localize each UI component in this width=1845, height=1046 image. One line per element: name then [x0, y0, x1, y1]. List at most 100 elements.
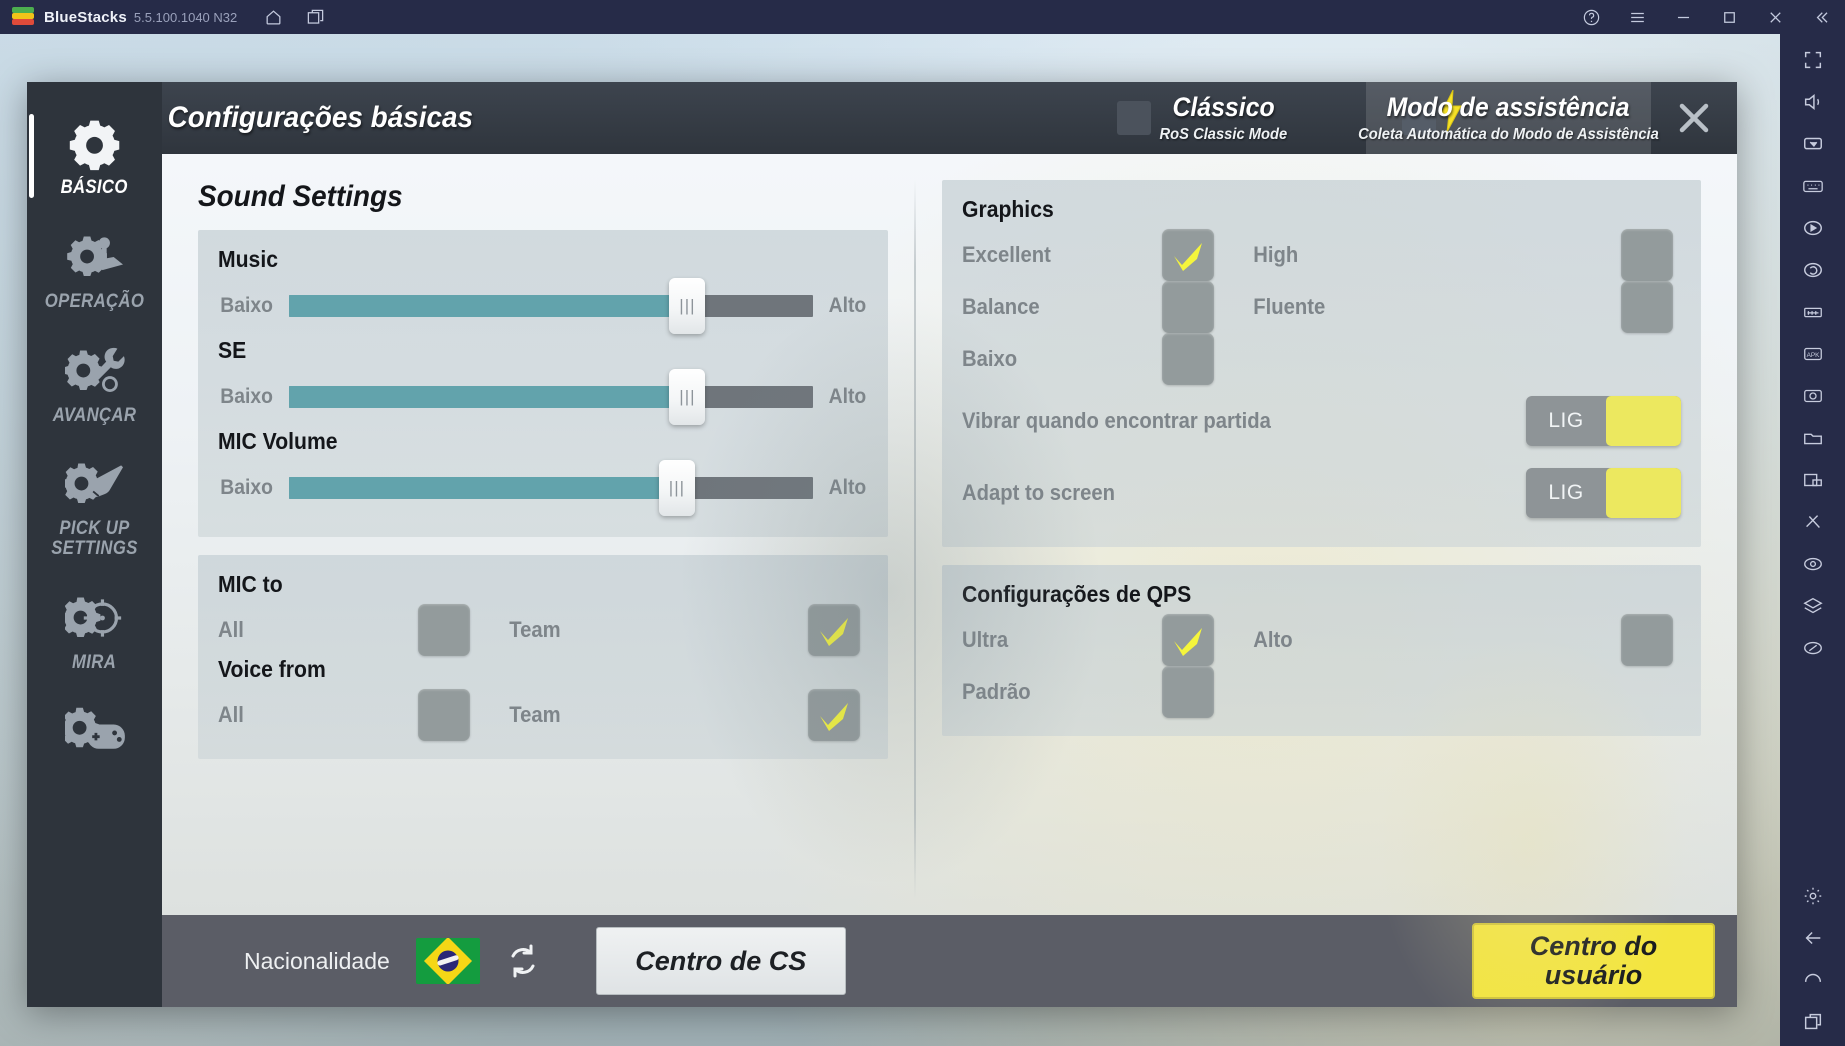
help-icon[interactable]	[1581, 7, 1601, 27]
sidebar-item-label: PICK UP SETTINGS	[51, 518, 138, 559]
adapt-to-screen-toggle[interactable]: LIG	[1526, 468, 1681, 518]
settings-dialog: BÁSICO OPERAÇÃO AVANÇAR PICK UP SETTINGS…	[27, 82, 1737, 1007]
graphics-row-1: Excellent High	[962, 229, 1681, 281]
tab-classico[interactable]: Clássico RoS Classic Mode	[1081, 82, 1366, 154]
voice-from-title: Voice from	[218, 656, 326, 682]
slider-mic-volume[interactable]: |||	[289, 460, 814, 516]
title-bar: BlueStacks 5.5.100.1040 N32	[0, 0, 1845, 34]
tab-title: Modo de assistência	[1387, 92, 1630, 122]
slider-fill	[289, 295, 688, 317]
voice-from-all-checkbox[interactable]	[418, 689, 470, 741]
sidebar-item-mira[interactable]: MIRA	[27, 575, 162, 689]
home-icon[interactable]	[1800, 968, 1826, 992]
close-icon[interactable]	[1765, 7, 1785, 27]
mic-routing-card: MIC to All Team Voice from All Team	[198, 555, 888, 759]
graphics-balance-label: Balance	[962, 294, 1040, 319]
slider-row-mic-volume: Baixo ||| Alto	[218, 460, 868, 516]
record-icon[interactable]	[1800, 216, 1826, 240]
recents-icon[interactable]	[1800, 1010, 1826, 1034]
slider-knob[interactable]: |||	[658, 460, 695, 516]
tab-subtitle: RoS Classic Mode	[1159, 126, 1288, 143]
slider-group-music: Music Baixo ||| Alto	[218, 246, 868, 334]
maximize-icon[interactable]	[1719, 7, 1739, 27]
settings-sidebar: BÁSICO OPERAÇÃO AVANÇAR PICK UP SETTINGS…	[27, 82, 162, 1007]
graphics-baixo-checkbox[interactable]	[1162, 333, 1214, 385]
tab-title: Clássico	[1172, 92, 1275, 122]
rotate-icon[interactable]	[1800, 258, 1826, 282]
macro-icon[interactable]	[1800, 300, 1826, 324]
graphics-excellent-checkbox[interactable]	[1162, 229, 1214, 281]
page-title: Configurações básicas	[167, 101, 474, 134]
voice-from-team-label: Team	[509, 702, 561, 727]
user-button-line1: Centro do	[1529, 931, 1658, 962]
slider-label-mic-volume: MIC Volume	[218, 428, 338, 454]
sidebar-item-pick-up-settings[interactable]: PICK UP SETTINGS	[27, 441, 162, 575]
pointer-icon[interactable]	[1800, 636, 1826, 660]
fullscreen-icon[interactable]	[1800, 48, 1826, 72]
centro-do-usuario-button[interactable]: Centro do usuário	[1472, 923, 1715, 999]
qps-alto-checkbox[interactable]	[1621, 614, 1673, 666]
slider-se[interactable]: |||	[289, 369, 814, 425]
slider-knob[interactable]: |||	[669, 278, 706, 334]
tab-classico-checkbox[interactable]	[1117, 101, 1151, 135]
refresh-icon[interactable]	[502, 940, 544, 982]
gear-icon[interactable]	[1800, 884, 1826, 908]
bluestacks-toolbar: APK	[1780, 34, 1845, 1046]
back-icon[interactable]	[1800, 926, 1826, 950]
hand-gear-icon	[64, 455, 125, 513]
voice-from-all-label: All	[218, 702, 244, 727]
folder-icon[interactable]	[1800, 426, 1826, 450]
home-icon[interactable]	[263, 7, 283, 27]
qps-padrao-checkbox[interactable]	[1162, 666, 1214, 718]
slider-max-label: Alto	[828, 385, 867, 408]
apk-install-icon[interactable]: APK	[1800, 342, 1826, 366]
qps-row-2: Padrão	[962, 666, 1681, 718]
toggle-row-adapt-to-screen: Adapt to screen LIG	[962, 457, 1681, 529]
tab-modo-de-assistencia[interactable]: Modo de assistência Coleta Automática do…	[1358, 82, 1659, 154]
close-dialog-button[interactable]	[1651, 82, 1737, 154]
sidebar-item-label: BÁSICO	[60, 177, 129, 198]
keyboard-icon[interactable]	[1800, 174, 1826, 198]
nationality-label: Nacionalidade	[244, 947, 390, 974]
slider-music[interactable]: |||	[289, 278, 814, 334]
vibrar-toggle[interactable]: LIG	[1526, 396, 1681, 446]
eye-icon[interactable]	[1800, 552, 1826, 576]
vibrar-toggle-knob[interactable]	[1606, 396, 1681, 446]
collapse-icon[interactable]	[1811, 7, 1831, 27]
sidebar-item-basico[interactable]: BÁSICO	[27, 100, 162, 214]
mic-to-all-checkbox[interactable]	[418, 604, 470, 656]
brazil-flag-icon[interactable]	[415, 938, 480, 984]
slider-row-music: Baixo ||| Alto	[218, 278, 868, 334]
mic-to-all-label: All	[218, 617, 244, 642]
graphics-title: Graphics	[962, 196, 1054, 222]
hamburger-menu-icon[interactable]	[1627, 7, 1647, 27]
voice-from-team-checkbox[interactable]	[808, 689, 860, 741]
sidebar-item-gamepad[interactable]	[27, 689, 162, 783]
sidebar-item-avancar[interactable]: AVANÇAR	[27, 328, 162, 442]
volume-icon[interactable]	[1800, 90, 1826, 114]
slider-label-music: Music	[218, 246, 278, 272]
minimize-icon[interactable]	[1673, 7, 1693, 27]
adapt-toggle-knob[interactable]	[1606, 468, 1681, 518]
trim-icon[interactable]	[1800, 510, 1826, 534]
qps-title: Configurações de QPS	[962, 581, 1192, 607]
graphics-excellent-label: Excellent	[962, 242, 1051, 267]
slider-knob[interactable]: |||	[669, 369, 706, 425]
multi-instance-icon[interactable]	[305, 7, 325, 27]
graphics-balance-checkbox[interactable]	[1162, 281, 1214, 333]
cursor-icon[interactable]	[1800, 132, 1826, 156]
slider-label-se: SE	[218, 337, 247, 363]
layers-icon[interactable]	[1800, 594, 1826, 618]
graphics-high-checkbox[interactable]	[1621, 229, 1673, 281]
centro-de-cs-button[interactable]: Centro de CS	[595, 927, 846, 995]
mic-to-team-checkbox[interactable]	[808, 604, 860, 656]
slider-max-label: Alto	[828, 476, 867, 499]
window-icon[interactable]	[1800, 468, 1826, 492]
slider-group-se: SE Baixo ||| Alto	[218, 337, 868, 425]
user-button-line2: usuário	[1544, 960, 1643, 990]
screenshot-icon[interactable]	[1800, 384, 1826, 408]
qps-ultra-checkbox[interactable]	[1162, 614, 1214, 666]
graphics-fluente-checkbox[interactable]	[1621, 281, 1673, 333]
sidebar-item-operacao[interactable]: OPERAÇÃO	[27, 214, 162, 328]
gamepad-gear-icon	[64, 703, 125, 761]
